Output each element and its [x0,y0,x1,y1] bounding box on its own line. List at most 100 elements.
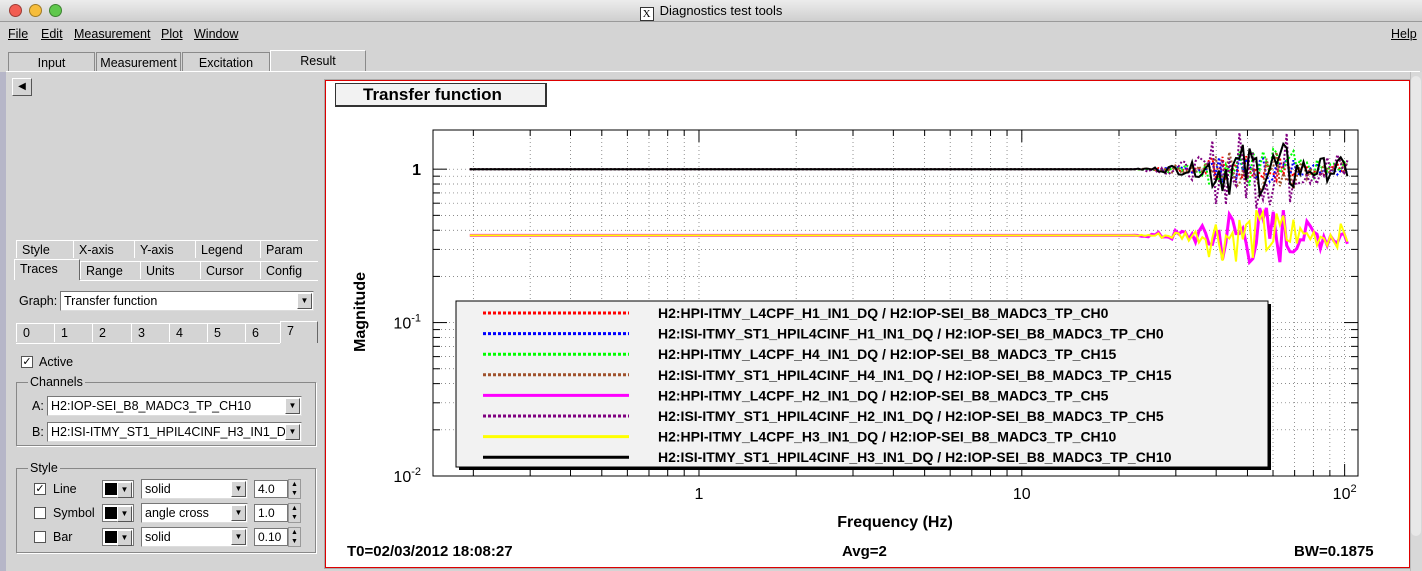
channel-b-label: B: [32,425,44,439]
symbol-style-value: angle cross [145,506,209,520]
line-style-select[interactable]: solid ▼ [141,479,248,499]
tab-result[interactable]: Result [270,50,366,72]
collapse-panel-button[interactable]: ◀ [12,78,32,96]
y-tick-label-exponent: -2 [411,466,421,478]
chevron-down-icon: ▼ [285,424,300,440]
channel-a-label: A: [32,399,44,413]
menu-window[interactable]: Window [194,27,238,41]
tab-legend[interactable]: Legend [195,240,260,258]
y-tick-label-exponent: -1 [411,313,421,325]
trace-tab-0[interactable]: 0 [16,323,54,342]
line-checkbox[interactable]: ✓ [34,483,46,495]
window-title-text: Diagnostics test tools [659,3,783,18]
active-checkbox[interactable]: ✓ [21,356,33,368]
trace-tab-3[interactable]: 3 [131,323,169,342]
trace-tab-5[interactable]: 5 [207,323,245,342]
trace-tab-7[interactable]: 7 [280,321,318,343]
scrollbar-thumb[interactable] [1411,76,1421,536]
active-label: Active [39,355,74,369]
channel-b-value: H2:ISI-ITMY_ST1_HPIL4CINF_H3_IN1_DQ [51,425,296,439]
chevron-down-icon: ▼ [117,506,132,522]
chart-legend: H2:HPI-ITMY_L4CPF_H1_IN1_DQ / H2:IOP-SEI… [455,300,1271,470]
legend-entry-0: H2:HPI-ITMY_L4CPF_H1_IN1_DQ / H2:IOP-SEI… [658,305,1109,321]
line-width-stepper[interactable]: ▲ ▼ [288,479,301,499]
tab-cursor[interactable]: Cursor [200,261,260,279]
channel-b-select[interactable]: H2:ISI-ITMY_ST1_HPIL4CINF_H3_IN1_DQ ▼ [47,422,302,442]
channels-group-label: Channels [28,375,85,389]
tab-style[interactable]: Style [16,240,73,258]
t0-readout: T0=02/03/2012 18:08:27 [347,543,513,560]
bar-checkbox[interactable] [34,531,46,543]
plot-title-button[interactable]: Transfer function [335,83,547,107]
style-group-label: Style [28,461,60,475]
menu-bar: File Edit Measurement Plot Window Help [0,23,1422,45]
symbol-size-input[interactable]: 1.0 [254,504,288,522]
trace-tab-divider [16,343,280,344]
graph-label: Graph: [19,294,58,308]
tab-row-divider [80,280,318,281]
tab-config[interactable]: Config [260,261,318,279]
x-tick-label: 102 [1333,483,1357,503]
symbol-label: Symbol [53,506,95,520]
bar-color-picker[interactable]: ▼ [102,528,134,546]
y-tick-label: 10-2 [393,466,421,486]
x-axis-label: Frequency (Hz) [837,514,953,531]
legend-entry-3: H2:ISI-ITMY_ST1_HPIL4CINF_H4_IN1_DQ / H2… [658,367,1172,383]
chart-traces [469,132,1349,266]
avg-readout: Avg=2 [842,543,887,560]
menu-help[interactable]: Help [1391,27,1417,41]
symbol-size-stepper[interactable]: ▲ ▼ [288,503,301,523]
x-tick-label: 1 [695,486,704,503]
symbol-color-picker[interactable]: ▼ [102,504,134,522]
bar-width-stepper[interactable]: ▲ ▼ [288,527,301,547]
bar-style-value: solid [145,530,171,544]
symbol-style-select[interactable]: angle cross ▼ [141,503,248,523]
symbol-checkbox[interactable] [34,507,46,519]
tab-x-axis[interactable]: X-axis [73,240,134,258]
chevron-down-icon: ▼ [231,529,246,545]
trace-tab-6[interactable]: 6 [245,323,280,342]
graph-select[interactable]: Transfer function ▼ [60,291,314,311]
legend-entry-2: H2:HPI-ITMY_L4CPF_H4_IN1_DQ / H2:IOP-SEI… [658,346,1116,362]
trace-tab-1[interactable]: 1 [54,323,92,342]
chevron-down-icon: ▼ [117,530,132,546]
bw-readout: BW=0.1875 [1294,543,1374,560]
line-label: Line [53,482,77,496]
tab-y-axis[interactable]: Y-axis [134,240,195,258]
x11-icon: X [639,7,654,21]
arrow-left-icon: ◀ [18,81,26,92]
chevron-down-icon: ▼ [117,482,132,498]
transfer-function-chart[interactable]: 1 10 102 1 10-1 10-2 H2:HPI-ITMY_L4CPF_H1_IN1… [326,112,1409,542]
tab-range[interactable]: Range [80,261,140,279]
tab-traces[interactable]: Traces [14,259,80,280]
bar-style-select[interactable]: solid ▼ [141,527,248,547]
x-tick-label: 10 [1013,486,1031,503]
legend-entry-5: H2:ISI-ITMY_ST1_HPIL4CINF_H2_IN1_DQ / H2… [658,408,1164,424]
menu-plot[interactable]: Plot [161,27,183,41]
chevron-down-icon: ▼ [231,481,246,497]
chevron-down-icon: ▼ [297,293,312,309]
menu-measurement[interactable]: Measurement [74,27,150,41]
menu-edit[interactable]: Edit [41,27,63,41]
menu-file[interactable]: File [8,27,28,41]
tab-measurement[interactable]: Measurement [96,52,181,71]
tab-excitation[interactable]: Excitation [182,52,270,71]
trace-tab-4[interactable]: 4 [169,323,207,342]
bar-width-input[interactable]: 0.10 [254,528,288,546]
chevron-down-icon: ▼ [285,398,300,414]
channel-a-select[interactable]: H2:IOP-SEI_B8_MADC3_TP_CH10 ▼ [47,396,302,416]
legend-entry-1: H2:ISI-ITMY_ST1_HPIL4CINF_H1_IN1_DQ / H2… [658,326,1164,342]
y-axis-label: Magnitude [352,272,369,352]
line-width-input[interactable]: 4.0 [254,480,288,498]
window-title: X Diagnostics test tools [0,3,1422,21]
tab-units[interactable]: Units [140,261,200,279]
legend-entry-6: H2:HPI-ITMY_L4CPF_H3_IN1_DQ / H2:IOP-SEI… [658,429,1116,445]
trace-tab-2[interactable]: 2 [92,323,131,342]
tab-input[interactable]: Input [8,52,95,71]
legend-entry-7: H2:ISI-ITMY_ST1_HPIL4CINF_H3_IN1_DQ / H2… [658,449,1172,465]
x-tick-label-exponent: 2 [1350,483,1356,495]
title-bar: X Diagnostics test tools [0,0,1422,22]
line-color-picker[interactable]: ▼ [102,480,134,498]
tab-param[interactable]: Param [260,240,318,258]
channel-a-value: H2:IOP-SEI_B8_MADC3_TP_CH10 [51,399,252,413]
